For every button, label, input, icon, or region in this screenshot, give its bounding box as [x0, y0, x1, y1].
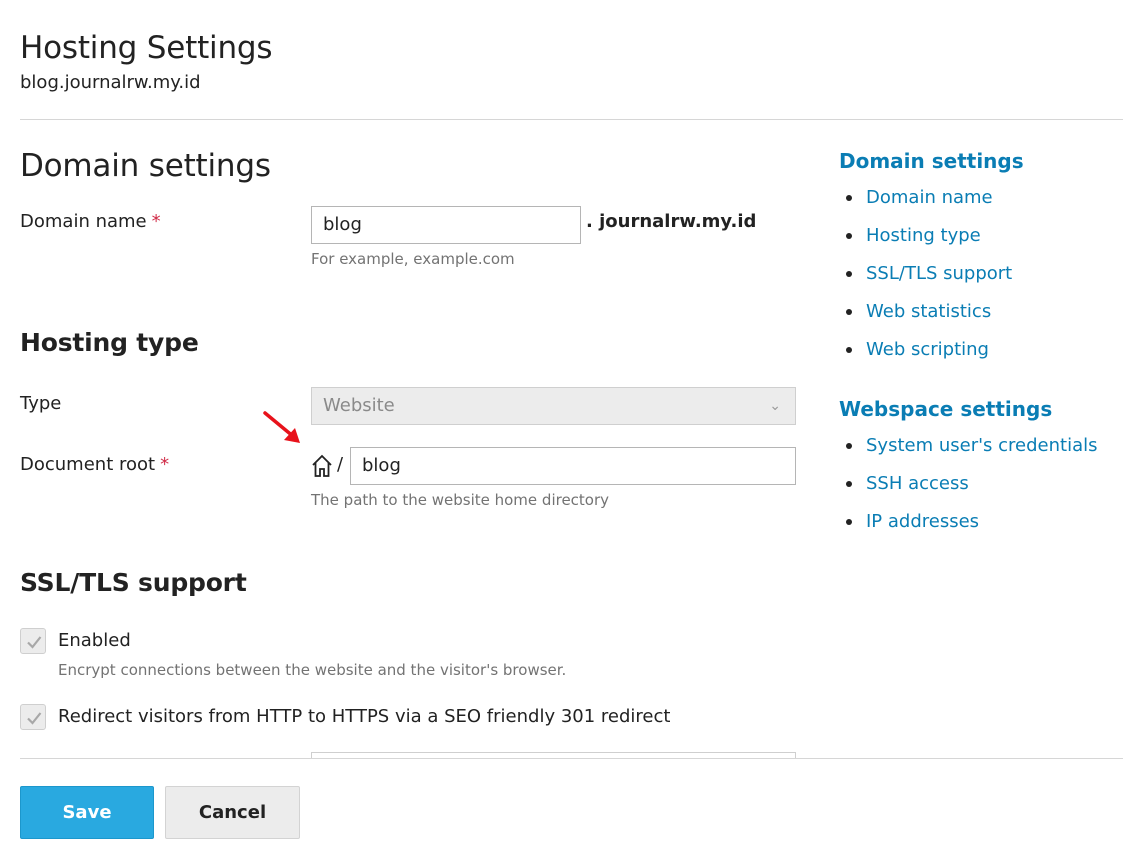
domain-name-label-text: Domain name: [20, 211, 147, 232]
hosting-type-selected: Website: [323, 395, 395, 416]
bullet: [846, 443, 852, 449]
domain-suffix: . journalrw.my.id: [586, 211, 757, 232]
sidebar-link-ip-addresses[interactable]: IP addresses: [839, 509, 1098, 547]
bullet: [846, 309, 852, 315]
document-root-label-text: Document root: [20, 454, 156, 475]
domain-name-input[interactable]: blog: [311, 206, 581, 244]
https-redirect-label: Redirect visitors from HTTP to HTTPS via…: [58, 706, 671, 727]
https-redirect-checkbox[interactable]: [20, 704, 46, 730]
cancel-button[interactable]: Cancel: [165, 786, 300, 839]
domain-name-hint: For example, example.com: [311, 250, 515, 268]
type-label: Type: [20, 393, 62, 414]
sidebar-link-label: Domain name: [866, 187, 993, 208]
bullet: [846, 195, 852, 201]
bullet: [846, 519, 852, 525]
checkmark-icon: [27, 636, 42, 649]
page-subtitle: blog.journalrw.my.id: [20, 72, 201, 93]
footer-divider: [20, 758, 1123, 759]
domain-settings-heading: Domain settings: [20, 148, 271, 184]
required-marker: *: [151, 211, 161, 232]
bullet: [846, 233, 852, 239]
save-button[interactable]: Save: [20, 786, 154, 839]
sidebar-link-web-scripting[interactable]: Web scripting: [839, 337, 1012, 375]
annotation-arrow-icon: [263, 411, 300, 443]
sidebar-webspace-heading[interactable]: Webspace settings: [839, 397, 1052, 421]
sidebar-link-label: Web scripting: [866, 339, 989, 360]
ssl-enabled-checkbox[interactable]: [20, 628, 46, 654]
sidebar-domain-heading[interactable]: Domain settings: [839, 149, 1024, 173]
sidebar-webspace-links: System user's credentials SSH access IP …: [839, 433, 1098, 547]
sidebar-link-ssl-tls[interactable]: SSL/TLS support: [839, 261, 1012, 299]
checkmark-icon: [27, 712, 42, 725]
domain-name-label: Domain name *: [20, 211, 161, 232]
path-separator: /: [337, 454, 344, 475]
document-root-input[interactable]: blog: [350, 447, 796, 485]
sidebar-link-domain-name[interactable]: Domain name: [839, 185, 1012, 223]
home-icon: [311, 454, 333, 482]
sidebar-link-label: Web statistics: [866, 301, 992, 322]
ssl-enabled-hint: Encrypt connections between the website …: [58, 661, 567, 679]
bullet: [846, 481, 852, 487]
page-title: Hosting Settings: [20, 30, 273, 66]
sidebar-link-web-statistics[interactable]: Web statistics: [839, 299, 1012, 337]
sidebar-link-ssh-access[interactable]: SSH access: [839, 471, 1098, 509]
chevron-down-icon: ⌄: [769, 398, 781, 414]
required-marker: *: [160, 454, 170, 475]
ssl-enabled-label: Enabled: [58, 630, 131, 651]
sidebar-link-hosting-type[interactable]: Hosting type: [839, 223, 1012, 261]
document-root-label: Document root *: [20, 454, 169, 475]
sidebar-link-label: SSH access: [866, 473, 969, 494]
sidebar-link-label: IP addresses: [866, 511, 980, 532]
sidebar-link-label: SSL/TLS support: [866, 263, 1013, 284]
sidebar-link-system-user[interactable]: System user's credentials: [839, 433, 1098, 471]
ssl-tls-heading: SSL/TLS support: [20, 568, 247, 597]
bullet: [846, 271, 852, 277]
bullet: [846, 347, 852, 353]
hosting-type-select[interactable]: Website ⌄: [311, 387, 796, 425]
sidebar-link-label: System user's credentials: [866, 435, 1098, 456]
document-root-hint: The path to the website home directory: [311, 491, 610, 509]
settings-form[interactable]: Domain settings Domain name * blog . jour…: [0, 120, 1123, 758]
hosting-type-heading: Hosting type: [20, 328, 199, 357]
sidebar-link-label: Hosting type: [866, 225, 981, 246]
sidebar-domain-links: Domain name Hosting type SSL/TLS support…: [839, 185, 1012, 375]
